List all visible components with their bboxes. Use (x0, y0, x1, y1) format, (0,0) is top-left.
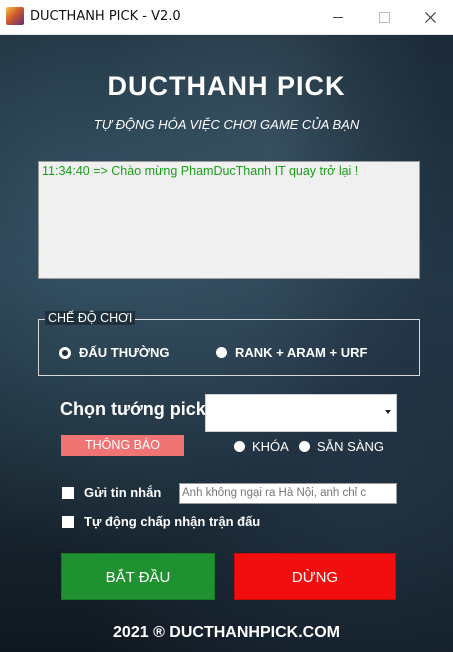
send-message-checkbox[interactable]: Gửi tin nhắn (62, 485, 161, 500)
checkbox-icon (62, 486, 74, 499)
radio-normal-match[interactable]: ĐẤU THƯỜNG (59, 345, 169, 360)
radio-lock[interactable]: KHÓA (234, 439, 289, 454)
stop-button[interactable]: DỪNG (234, 553, 396, 600)
champion-dropdown[interactable] (205, 394, 397, 432)
auto-accept-label: Tự động chấp nhận trận đấu (84, 514, 261, 529)
notice-badge: THÔNG BÁO (61, 435, 184, 456)
radio-ready[interactable]: SẴN SÀNG (298, 439, 385, 454)
start-button[interactable]: BẮT ĐẦU (61, 553, 215, 600)
maximize-icon (378, 11, 390, 23)
minimize-button[interactable] (315, 0, 361, 34)
close-icon (424, 11, 436, 23)
lock-ready-options: KHÓA SẴN SÀNG (234, 439, 384, 454)
app-icon (6, 7, 24, 25)
game-mode-group: CHẾ ĐỘ CHƠI ĐẤU THƯỜNG RANK + ARAM + URF (38, 311, 420, 376)
checkbox-icon (62, 515, 74, 528)
radio-unselected-icon (298, 441, 310, 452)
footer-copyright: 2021 ® DUCTHANHPICK.COM (113, 624, 340, 641)
window-title: DUCTHANH PICK - V2.0 (30, 9, 181, 24)
maximize-button[interactable] (361, 0, 407, 34)
radio-lock-label: KHÓA (252, 439, 289, 454)
send-message-label: Gửi tin nhắn (84, 485, 162, 500)
radio-unselected-icon (216, 347, 227, 358)
champion-label: Chọn tướng pick (60, 399, 206, 419)
app-subtitle: TỰ ĐỘNG HÓA VIỆC CHƠI GAME CỦA BẠN (93, 117, 360, 132)
radio-normal-label: ĐẤU THƯỜNG (79, 345, 170, 360)
radio-rank-aram-urf[interactable]: RANK + ARAM + URF (216, 345, 367, 360)
app-window: DUCTHANH PICK - V2.0 DUCTHANH PICK TỰ ĐỘ… (0, 0, 453, 652)
app-heading: DUCTHANH PICK (107, 71, 346, 101)
radio-ready-label: SẴN SÀNG (316, 439, 385, 454)
radio-unselected-icon (234, 441, 245, 452)
minimize-icon (333, 16, 343, 18)
radio-rank-label: RANK + ARAM + URF (235, 345, 368, 360)
main-panel: DUCTHANH PICK TỰ ĐỘNG HÓA VIỆC CHƠI GAME… (0, 35, 453, 652)
game-mode-legend: CHẾ ĐỘ CHƠI (45, 311, 136, 325)
dropdown-arrow-icon[interactable] (385, 410, 391, 414)
log-line: 11:34:40 => Chào mừng PhamDucThanh IT qu… (42, 164, 359, 178)
close-button[interactable] (407, 0, 453, 34)
message-input[interactable]: Anh không ngại ra Hà Nội, anh chỉ c (179, 483, 397, 504)
auto-accept-checkbox[interactable]: Tự động chấp nhận trận đấu (62, 514, 260, 529)
radio-selected-icon (59, 346, 71, 359)
title-bar: DUCTHANH PICK - V2.0 (0, 0, 453, 35)
log-textbox[interactable]: 11:34:40 => Chào mừng PhamDucThanh IT qu… (38, 161, 420, 279)
